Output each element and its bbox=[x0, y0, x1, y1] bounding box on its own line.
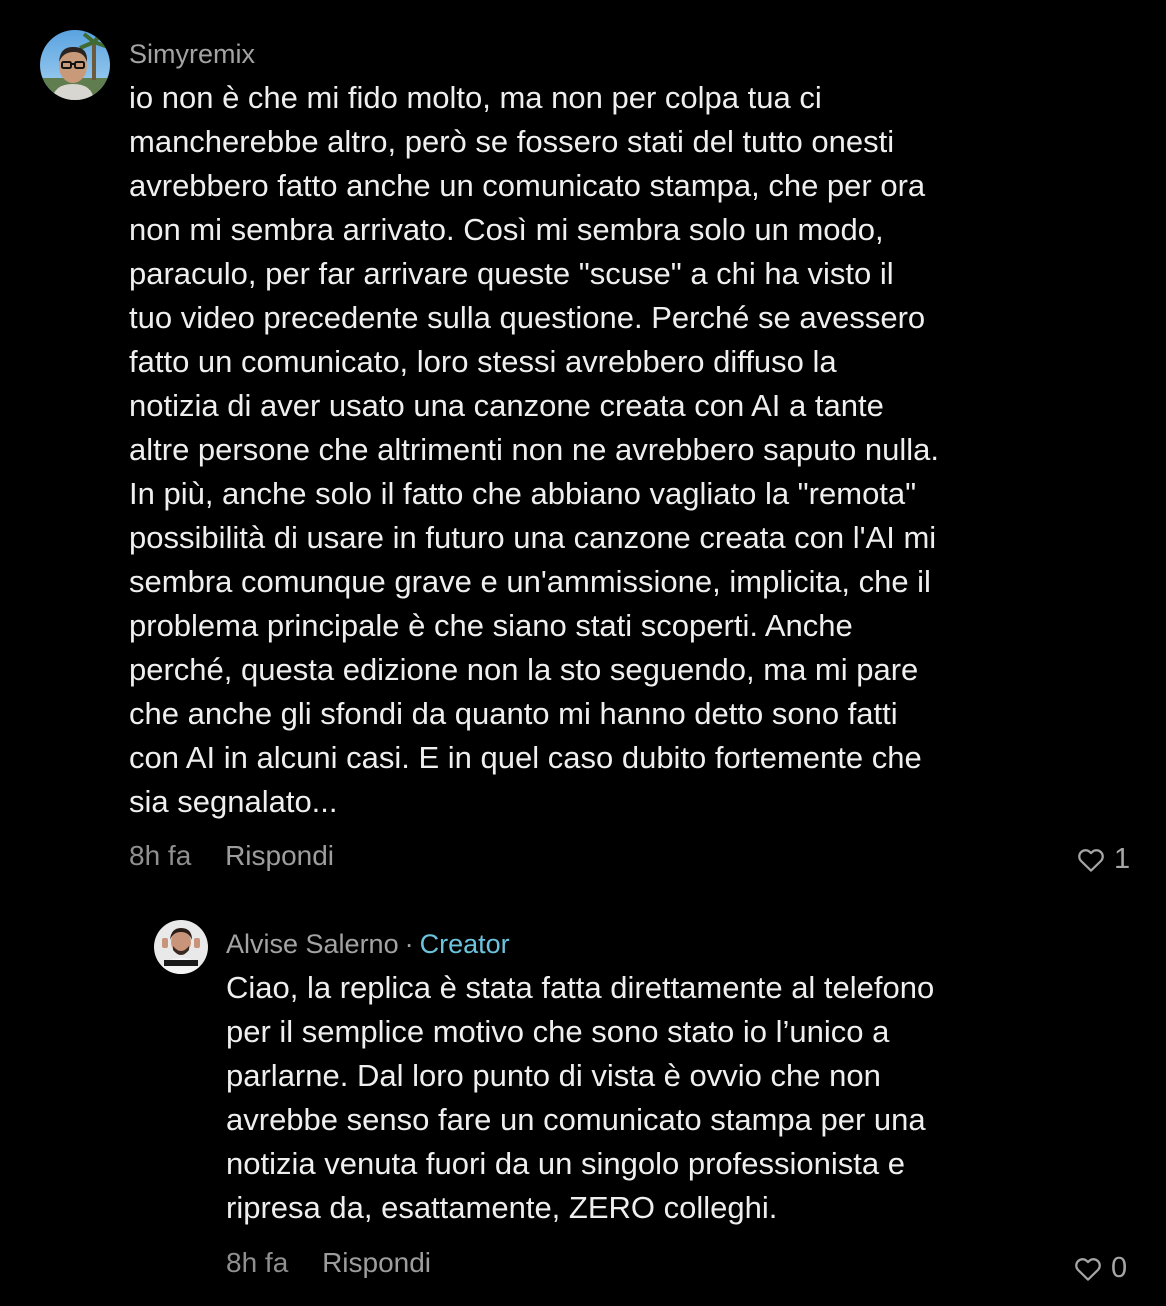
comment-timestamp: 8h fa bbox=[226, 1247, 289, 1278]
comment-text-line: notizia venuta fuori da un singolo profe… bbox=[226, 1146, 905, 1181]
creator-avatar[interactable] bbox=[154, 920, 208, 974]
comment-text-line: parlarne. Dal loro punto di vista è ovvi… bbox=[226, 1058, 881, 1093]
comment-text-line: perché, questa edizione non la sto segue… bbox=[129, 652, 919, 687]
heart-outline-icon bbox=[1075, 1257, 1101, 1281]
comment-text-line: sembra comunque grave e un'ammissione, i… bbox=[129, 564, 931, 599]
comment-author[interactable]: Simyremix bbox=[129, 39, 255, 69]
separator-dot: · bbox=[404, 929, 414, 959]
comment-text-line: fatto un comunicato, loro stessi avrebbe… bbox=[129, 344, 837, 379]
comment-text-line: tuo video precedente sulla questione. Pe… bbox=[129, 300, 926, 335]
comment-text: io non è che mi fido molto, ma non per c… bbox=[129, 76, 1059, 824]
comment-text-line: problema principale è che siano stati sc… bbox=[129, 608, 853, 643]
comment-reply-creator: Alvise Salerno · Creator Ciao, la replica … bbox=[0, 900, 1166, 1306]
comment-text-line: paraculo, per far arrivare queste "scuse… bbox=[129, 256, 894, 291]
creator-avatar-icon bbox=[154, 920, 208, 974]
comment-timestamp: 8h fa bbox=[129, 840, 192, 871]
comment-text-line: Ciao, la replica è stata fatta direttame… bbox=[226, 970, 935, 1005]
heart-outline-icon bbox=[1078, 848, 1104, 872]
comment-text-line: con AI in alcuni casi. E in quel caso du… bbox=[129, 740, 922, 775]
comment-text-line: ripresa da, esattamente, ZERO colleghi. bbox=[226, 1190, 778, 1225]
reply-button[interactable]: Rispondi bbox=[322, 1247, 431, 1278]
avatar-glasses-icon bbox=[40, 30, 110, 100]
comment-text-line: che anche gli sfondi da quanto mi hanno … bbox=[129, 696, 898, 731]
comment-simyremix: Simyremix io non è che mi fido molto, ma… bbox=[0, 0, 1166, 900]
comment-meta: 8h fa Rispondi bbox=[226, 1246, 431, 1280]
comment-text-line: avrebbe senso fare un comunicato stampa … bbox=[226, 1102, 926, 1137]
reply-button[interactable]: Rispondi bbox=[225, 840, 334, 871]
comment-author-line: Alvise Salerno · Creator bbox=[226, 928, 510, 960]
comment-text-line: io non è che mi fido molto, ma non per c… bbox=[129, 80, 822, 115]
comment-text-line: altre persone che altrimenti non ne avre… bbox=[129, 432, 939, 467]
like-button[interactable]: 1 bbox=[1076, 843, 1130, 876]
user-avatar[interactable] bbox=[40, 30, 110, 100]
creator-badge: Creator bbox=[419, 929, 510, 959]
comment-text-line: avrebbero fatto anche un comunicato stam… bbox=[129, 168, 926, 203]
comment-meta: 8h fa Rispondi bbox=[129, 839, 334, 873]
comment-author[interactable]: Alvise Salerno bbox=[226, 929, 399, 959]
comment-text-line: per il semplice motivo che sono stato io… bbox=[226, 1014, 890, 1049]
comment-author-line: Simyremix bbox=[129, 38, 255, 70]
comment-text: Ciao, la replica è stata fatta direttame… bbox=[226, 966, 1056, 1230]
comment-text-line: possibilità di usare in futuro una canzo… bbox=[129, 520, 937, 555]
comment-text-line: non mi sembra arrivato. Così mi sembra s… bbox=[129, 212, 884, 247]
comment-text-line: In più, anche solo il fatto che abbiano … bbox=[129, 476, 917, 511]
comment-text-line: sia segnalato... bbox=[129, 784, 338, 819]
like-count: 1 bbox=[1114, 843, 1131, 875]
comment-text-line: notizia di aver usato una canzone creata… bbox=[129, 388, 884, 423]
like-button[interactable]: 0 bbox=[1073, 1252, 1127, 1285]
like-count: 0 bbox=[1111, 1252, 1128, 1284]
comment-text-line: mancherebbe altro, però se fossero stati… bbox=[129, 124, 895, 159]
